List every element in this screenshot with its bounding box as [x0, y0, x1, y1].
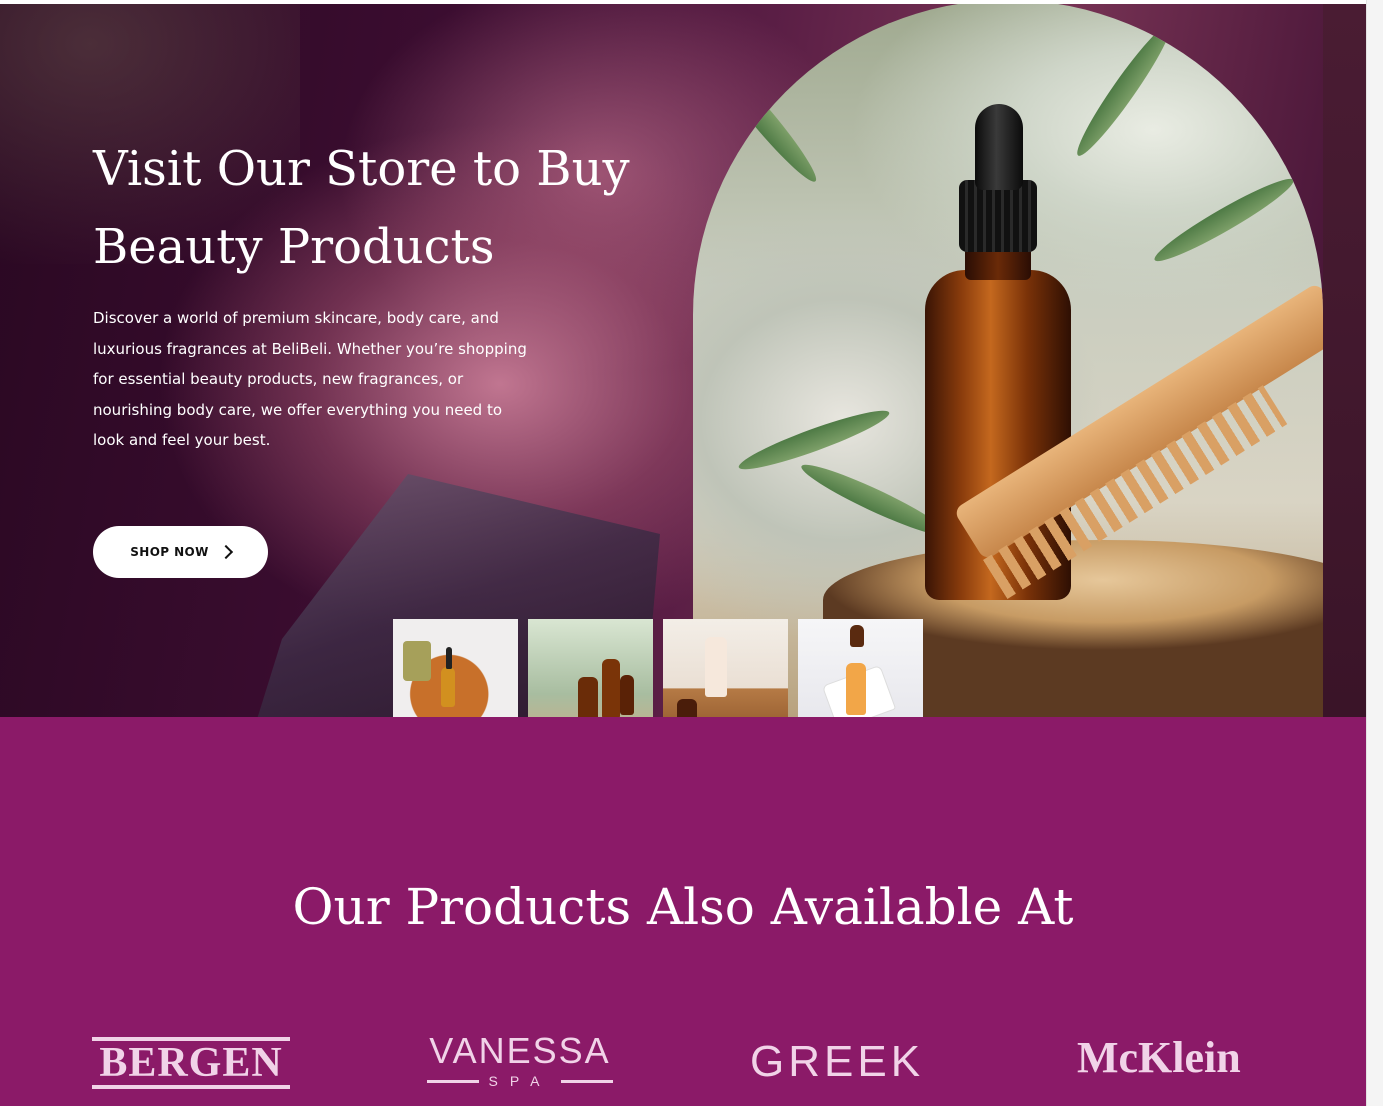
hero-title-line-2: Beauty Products	[93, 219, 495, 275]
vanessa-logo-sub: SPA	[420, 1073, 620, 1089]
hero-title: Visit Our Store to Buy Beauty Products	[93, 130, 693, 286]
mcklein-logo[interactable]: McKlein	[1077, 1035, 1241, 1081]
orange-bottle	[846, 663, 866, 715]
dropper-cap	[959, 180, 1037, 252]
logo-rule	[426, 1079, 479, 1083]
vanessa-logo-subtext: SPA	[488, 1073, 552, 1089]
serum-bottle	[441, 667, 455, 707]
bottle-cap	[850, 625, 864, 647]
mcklein-logo-text: McKlein	[1077, 1033, 1241, 1082]
hero-right-edge	[1323, 4, 1366, 717]
amber-bottle-small	[620, 675, 634, 715]
vanessa-logo-text: VANESSA	[429, 1030, 611, 1071]
leaf-decoration	[1149, 170, 1299, 270]
greek-logo-text: GREEK	[750, 1037, 925, 1086]
cream-bottle	[705, 637, 727, 697]
partners-title: Our Products Also Available At	[292, 878, 1074, 936]
shop-now-label: SHOP NOW	[130, 545, 209, 559]
amber-bottle-small	[602, 659, 620, 719]
soap-bar	[403, 641, 431, 681]
bergen-logo[interactable]: BERGEN	[92, 1037, 290, 1089]
greek-logo[interactable]: GREEK	[750, 1039, 924, 1085]
bergen-logo-text: BERGEN	[99, 1040, 283, 1086]
dropper-bulb	[975, 104, 1023, 190]
page: Visit Our Store to Buy Beauty Products D…	[0, 0, 1366, 1106]
hero-arch-image	[693, 4, 1323, 717]
vertical-scrollbar[interactable]	[1366, 0, 1383, 1106]
hero-title-line-1: Visit Our Store to Buy	[93, 141, 630, 197]
logo-rule	[561, 1079, 614, 1083]
hero-description: Discover a world of premium skincare, bo…	[93, 309, 527, 449]
partners-section: Our Products Also Available At BERGEN VA…	[0, 717, 1366, 1106]
leaf-decoration	[1069, 18, 1179, 162]
hero-section: Visit Our Store to Buy Beauty Products D…	[0, 4, 1366, 717]
vanessa-spa-logo[interactable]: VANESSA SPA	[420, 1033, 620, 1089]
shop-now-button[interactable]: SHOP NOW	[93, 526, 268, 578]
chevron-right-icon	[218, 544, 233, 560]
leaf-decoration	[704, 51, 824, 189]
dropper	[446, 647, 452, 669]
